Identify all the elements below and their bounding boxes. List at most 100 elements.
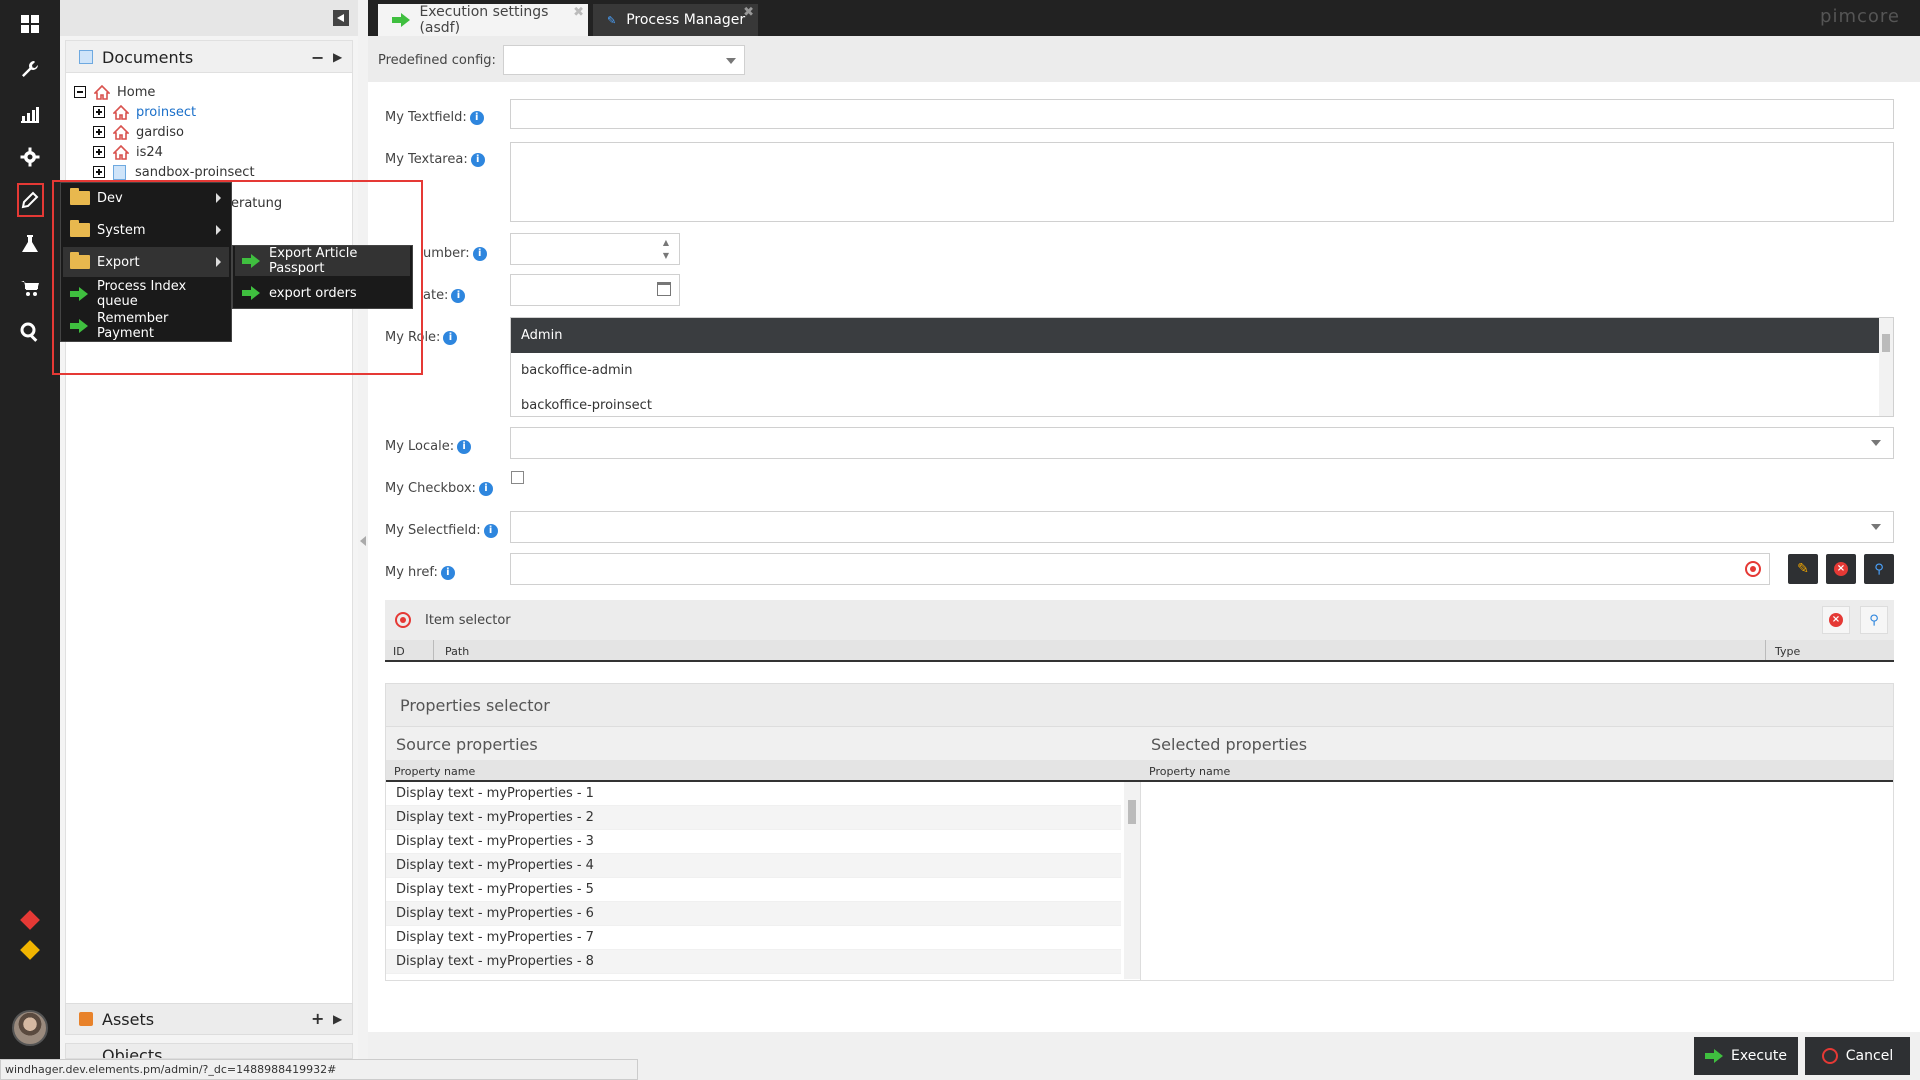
tree-item-home[interactable]: Home [74,82,155,102]
expand-toggle[interactable] [93,126,105,138]
search-icon: ⚲ [1869,612,1879,628]
menu-item-export[interactable]: Export [63,247,229,277]
source-properties-columns: Property name [386,760,1141,782]
gear-icon[interactable] [15,143,45,171]
menu-item-remember-payment[interactable]: Remember Payment [63,311,229,341]
collapse-panel-button[interactable] [333,10,349,26]
tree-item-is24[interactable]: is24 [93,142,163,162]
info-icon[interactable]: i [470,152,485,167]
edit-href-button[interactable]: ✎ [1788,554,1818,584]
list-item[interactable]: Display text - myProperties - 3 [386,830,1121,854]
chart-icon[interactable] [15,100,45,128]
tree-item-sandbox-proinsect[interactable]: sandbox-proinsect [93,162,255,182]
menu-item-process-index-queue[interactable]: Process Index queue [63,279,229,309]
scrollbar[interactable] [1879,318,1893,416]
clear-href-button[interactable]: × [1826,554,1856,584]
calendar-icon[interactable] [657,282,671,296]
column-type[interactable]: Type [1775,645,1800,658]
clear-items-button[interactable]: × [1822,606,1850,634]
execute-button[interactable]: Execute [1694,1037,1798,1075]
folder-icon [70,252,90,269]
close-icon[interactable]: ✖ [743,5,754,20]
expand-right-icon[interactable]: ▶ [333,1012,342,1026]
grid-icon[interactable] [15,10,45,38]
info-icon[interactable]: i [457,439,472,454]
column-property-name[interactable]: Property name [1149,765,1230,778]
role-multiselect[interactable]: Admin backoffice-admin backoffice-proins… [510,317,1894,417]
column-path[interactable]: Path [445,645,469,658]
scrollbar-thumb[interactable] [1882,334,1890,352]
textfield-input[interactable] [510,99,1894,129]
selected-properties-title: Selected properties [1151,735,1308,754]
search-href-button[interactable]: ⚲ [1864,554,1894,584]
collapse-toggle[interactable] [74,86,86,98]
cancel-button[interactable]: Cancel [1805,1037,1910,1075]
info-icon[interactable]: i [443,330,458,345]
list-item[interactable]: Display text - myProperties - 1 [386,782,1121,806]
date-input[interactable] [510,274,680,306]
selectfield-select[interactable] [510,511,1894,543]
menu-item-export-orders[interactable]: export orders [235,278,410,308]
info-icon[interactable]: i [451,288,466,303]
tab-process-manager[interactable]: ✎ Process Manager ✖ [593,4,758,36]
list-item[interactable]: Display text - myProperties - 8 [386,950,1121,974]
tree-item-label: proinsect [136,104,197,120]
documents-icon [79,50,93,64]
execution-form: My Textfield: i My Textarea: i umber: i ▲ ▼… [368,82,1920,1080]
notification-icon[interactable] [15,936,45,964]
href-input[interactable] [510,553,1770,585]
info-icon[interactable]: i [469,110,484,125]
role-option[interactable]: Admin [511,318,1881,353]
menu-item-dev[interactable]: Dev [63,183,229,213]
menu-item-system[interactable]: System [63,215,229,245]
avatar[interactable] [12,1010,48,1046]
my-checkbox[interactable] [511,471,524,484]
role-option[interactable]: backoffice-proinsect [511,388,1881,416]
column-id[interactable]: ID [393,645,405,658]
search-items-button[interactable]: ⚲ [1860,606,1888,634]
list-item[interactable]: Display text - myProperties - 7 [386,926,1121,950]
tree-item-gardiso[interactable]: gardiso [93,122,184,142]
expand-toggle[interactable] [93,106,105,118]
scrollbar[interactable] [1124,782,1140,979]
main-navigation-bar [0,0,60,1080]
predefined-config-select[interactable] [503,45,745,75]
close-icon: × [1834,562,1848,576]
site-icon [113,124,129,140]
info-icon[interactable]: i [440,565,455,580]
list-item[interactable]: Display text - myProperties - 2 [386,806,1121,830]
expand-toggle[interactable] [93,146,105,158]
tab-execution-settings[interactable]: Execution settings (asdf) ✖ [378,4,588,36]
flask-icon[interactable] [15,230,45,258]
minimize-icon[interactable]: − [311,48,324,67]
search-icon[interactable] [15,318,45,346]
textarea-input[interactable] [510,142,1894,222]
wrench-icon[interactable] [15,55,45,83]
cart-icon[interactable] [15,274,45,302]
list-item[interactable]: Display text - myProperties - 5 [386,878,1121,902]
list-item[interactable]: Display text - myProperties - 6 [386,902,1121,926]
column-property-name[interactable]: Property name [394,765,475,778]
number-input[interactable]: ▲ ▼ [510,233,680,265]
locale-select[interactable] [510,427,1894,459]
add-icon[interactable]: + [311,1009,324,1028]
objects-panel-header[interactable]: Objects [65,1043,353,1059]
list-item[interactable]: Display text - myProperties - 4 [386,854,1121,878]
tree-item-proinsect[interactable]: proinsect [93,102,196,122]
info-icon[interactable]: i [472,246,487,261]
info-icon[interactable]: i [478,481,493,496]
menu-item-export-article-passport[interactable]: Export Article Passport [235,246,410,276]
spinner-up-icon[interactable]: ▲ [663,238,669,247]
expand-toggle[interactable] [93,166,105,178]
scrollbar-thumb[interactable] [1128,800,1136,824]
warning-icon[interactable] [15,906,45,934]
panel-splitter[interactable] [358,0,368,1080]
role-option[interactable]: backoffice-admin [511,353,1881,388]
expand-right-icon[interactable]: ▶ [333,50,342,64]
menu-item-label: export orders [269,285,357,301]
spinner-down-icon[interactable]: ▼ [663,251,669,260]
info-icon[interactable]: i [483,523,498,538]
assets-panel-header[interactable]: Assets + ▶ [65,1003,353,1035]
close-icon[interactable]: ✖ [573,5,584,20]
documents-header[interactable]: Documents − ▶ [66,41,352,73]
